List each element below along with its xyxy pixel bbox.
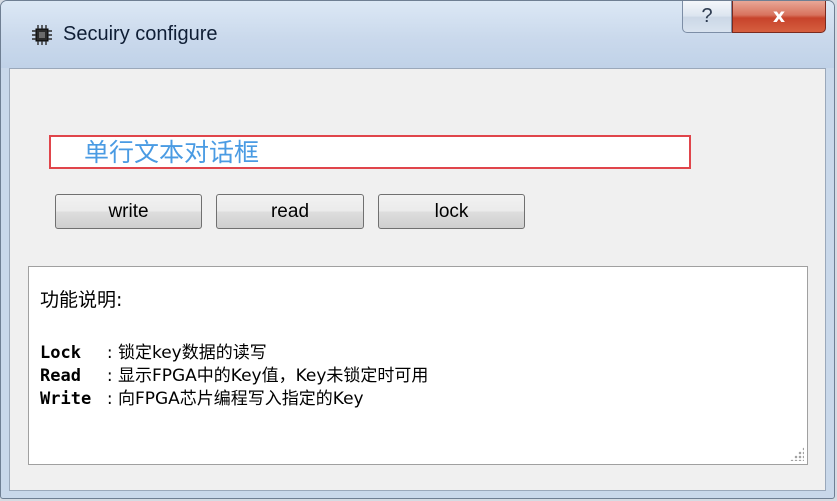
lock-keyword: Lock <box>40 343 102 363</box>
key-input[interactable] <box>49 135 691 169</box>
description-line-read: Read : 显示FPGA中的Key值，Key未锁定时可用 <box>40 361 428 386</box>
write-keyword: Write <box>40 389 102 409</box>
window-title: Secuiry configure <box>63 23 218 45</box>
read-keyword: Read <box>40 366 102 386</box>
write-button[interactable]: write <box>55 194 202 229</box>
read-description: : 显示FPGA中的Key值，Key未锁定时可用 <box>101 366 429 386</box>
help-button[interactable]: ? <box>682 1 732 33</box>
write-description: : 向FPGA芯片编程写入指定的Key <box>101 389 364 409</box>
description-line-write: Write : 向FPGA芯片编程写入指定的Key <box>40 384 364 409</box>
dialog-body: write read lock 功能说明: Lock : 锁定key数据的读写 … <box>9 68 826 491</box>
description-heading: 功能说明: <box>40 289 123 311</box>
help-icon: ? <box>701 5 713 27</box>
close-button[interactable]: x <box>732 1 826 33</box>
resize-grip-icon[interactable] <box>790 447 804 461</box>
close-icon: x <box>772 5 786 27</box>
read-button[interactable]: read <box>216 194 364 229</box>
lock-button[interactable]: lock <box>378 194 525 229</box>
title-bar[interactable]: Secuiry configure ? x <box>1 1 834 68</box>
description-textbox[interactable]: 功能说明: Lock : 锁定key数据的读写 Read : 显示FPGA中的K… <box>28 266 808 465</box>
description-line-lock: Lock : 锁定key数据的读写 <box>40 338 267 363</box>
chip-icon <box>32 25 52 45</box>
security-configure-window: Secuiry configure ? x write read lock 功能… <box>0 0 835 499</box>
lock-description: : 锁定key数据的读写 <box>101 343 267 363</box>
